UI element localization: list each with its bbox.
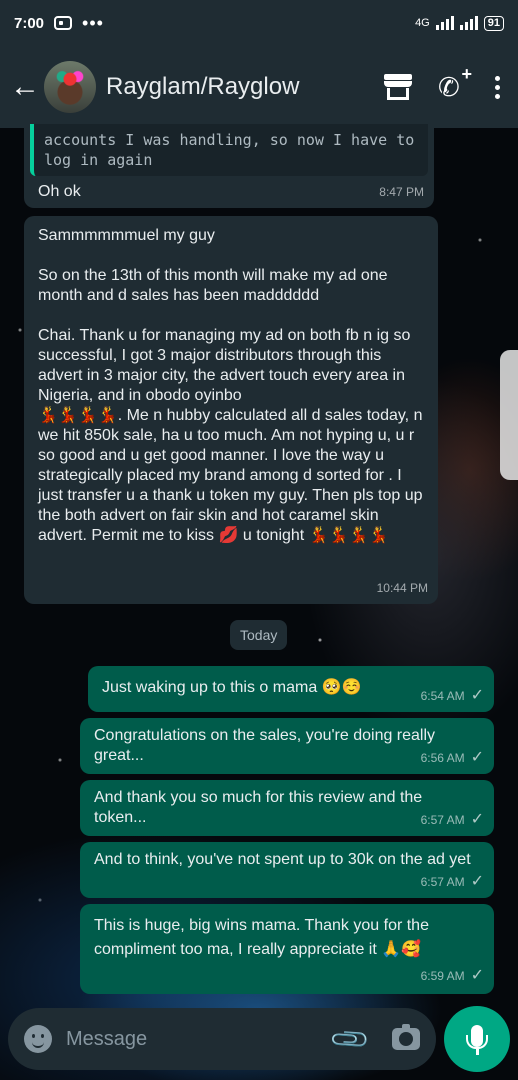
- sent-check-icon: ✓: [470, 687, 484, 704]
- message-text: So on the 13th of this month will make m…: [38, 267, 392, 304]
- message-input[interactable]: [66, 1027, 334, 1051]
- sent-check-icon: ✓: [470, 811, 484, 828]
- message-time: 8:47 PM: [379, 185, 424, 199]
- more-notifications-icon: •••: [82, 13, 104, 33]
- message-status: 6:59 AM ✓: [421, 964, 484, 988]
- message-text: And thank you so much for this review an…: [94, 789, 427, 826]
- game-controller-icon: [54, 16, 73, 30]
- message-composer: 📎: [8, 1008, 436, 1070]
- message-status: 6:54 AM ✓: [420, 687, 484, 704]
- date-divider: Today: [230, 620, 288, 650]
- sent-check-icon: ✓: [470, 749, 484, 766]
- message-text: Congratulations on the sales, you're doi…: [94, 727, 440, 764]
- message-text: [38, 306, 424, 326]
- message-time: 10:44 PM: [376, 581, 428, 595]
- message-status: 6:57 AM ✓: [420, 873, 484, 890]
- message-text: This is huge, big wins mama. Thank you f…: [94, 917, 434, 958]
- message-status: 6:57 AM ✓: [420, 811, 484, 828]
- emoji-icon[interactable]: [24, 1025, 52, 1053]
- sent-check-icon: ✓: [470, 873, 484, 890]
- signal-icon: [435, 16, 454, 30]
- message-text: And to think, you've not spent up to 30k…: [94, 851, 471, 868]
- add-call-icon[interactable]: ✆ +: [438, 64, 472, 103]
- battery-level: 91: [483, 15, 504, 31]
- message-text: Chai. Thank u for managing my ad on both…: [38, 327, 415, 404]
- chat-header: ← Rayglam/Rayglow ✆ +: [0, 46, 518, 128]
- quoted-message[interactable]: accounts I was handling, so now I have t…: [30, 124, 428, 176]
- message-outgoing[interactable]: And to think, you've not spent up to 30k…: [80, 842, 494, 898]
- camera-icon[interactable]: [392, 1024, 420, 1050]
- status-bar: 7:00 ••• 4G 91: [0, 0, 518, 46]
- message-outgoing[interactable]: Congratulations on the sales, you're doi…: [80, 718, 494, 774]
- message-incoming[interactable]: accounts I was handling, so now I have t…: [24, 120, 434, 208]
- message-text: [38, 246, 424, 266]
- message-status: 6:56 AM ✓: [420, 749, 484, 766]
- network-type: 4G: [415, 17, 430, 29]
- message-text: Sammmmmmuel my guy: [38, 227, 215, 244]
- status-time: 7:00: [14, 14, 45, 32]
- signal-icon-2: [459, 16, 478, 30]
- more-vert-icon[interactable]: [492, 75, 502, 99]
- back-arrow-icon[interactable]: ←: [10, 72, 40, 102]
- message-text: Oh ok: [38, 183, 81, 200]
- message-outgoing[interactable]: And thank you so much for this review an…: [80, 780, 494, 836]
- message-text: 💃💃💃💃. Me n hubby calculated all d sales …: [38, 407, 427, 544]
- message-list[interactable]: accounts I was handling, so now I have t…: [0, 120, 518, 1000]
- contact-avatar[interactable]: [44, 61, 96, 113]
- mic-icon: [466, 1025, 488, 1055]
- store-icon[interactable]: [384, 74, 412, 100]
- attach-icon[interactable]: 📎: [327, 1017, 372, 1062]
- voice-message-button[interactable]: [444, 1006, 510, 1072]
- message-outgoing[interactable]: Just waking up to this o mama 🥺☺️ 6:54 A…: [88, 666, 494, 712]
- sent-check-icon: ✓: [470, 967, 484, 984]
- contact-name[interactable]: Rayglam/Rayglow: [106, 73, 299, 101]
- message-incoming[interactable]: Sammmmmmuel my guy So on the 13th of thi…: [24, 216, 438, 604]
- message-outgoing[interactable]: This is huge, big wins mama. Thank you f…: [80, 904, 494, 994]
